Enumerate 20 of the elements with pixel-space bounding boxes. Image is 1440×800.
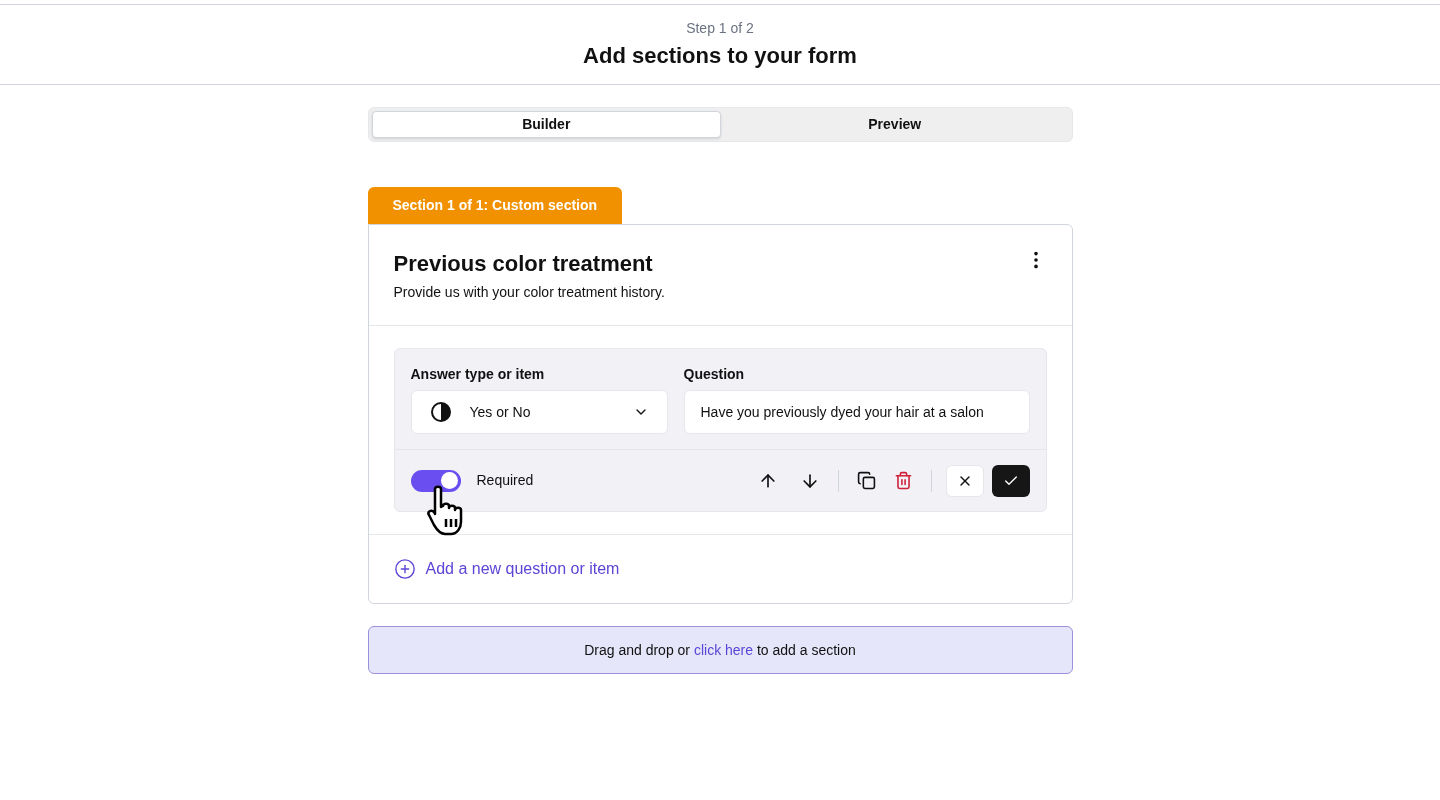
page-title: Add sections to your form — [583, 41, 857, 70]
contrast-icon — [429, 401, 452, 423]
tab[interactable]: Builder — [371, 111, 721, 138]
section-tag: Section 1 of 1: Custom section — [367, 187, 623, 224]
step-indicator: Step 1 of 2 — [686, 18, 754, 38]
add-question-link[interactable]: Add a new question or item — [393, 557, 620, 581]
click-here-link[interactable]: click here — [693, 641, 754, 658]
field-label: Question — [683, 365, 746, 384]
drop-zone-text: Drag and drop or click here to add a section — [584, 640, 856, 660]
question-field[interactable]: Have you previously dyed your hair at a salon — [683, 390, 1030, 434]
section-title: Previous color treatment — [393, 250, 654, 278]
required-label: Required — [476, 471, 534, 490]
confirm-button[interactable] — [991, 464, 1030, 497]
tab[interactable]: Preview — [721, 111, 1069, 138]
field-label: Answer type or item — [410, 365, 546, 384]
section-description: Provide us with your color treatment history. — [393, 283, 665, 302]
cancel-button[interactable] — [945, 464, 984, 497]
plus-circle-icon — [393, 558, 416, 580]
section-drop-zone[interactable]: Drag and drop or click here to add a section — [367, 626, 1073, 674]
answer-type-dropdown[interactable]: Yes or No — [410, 390, 668, 434]
